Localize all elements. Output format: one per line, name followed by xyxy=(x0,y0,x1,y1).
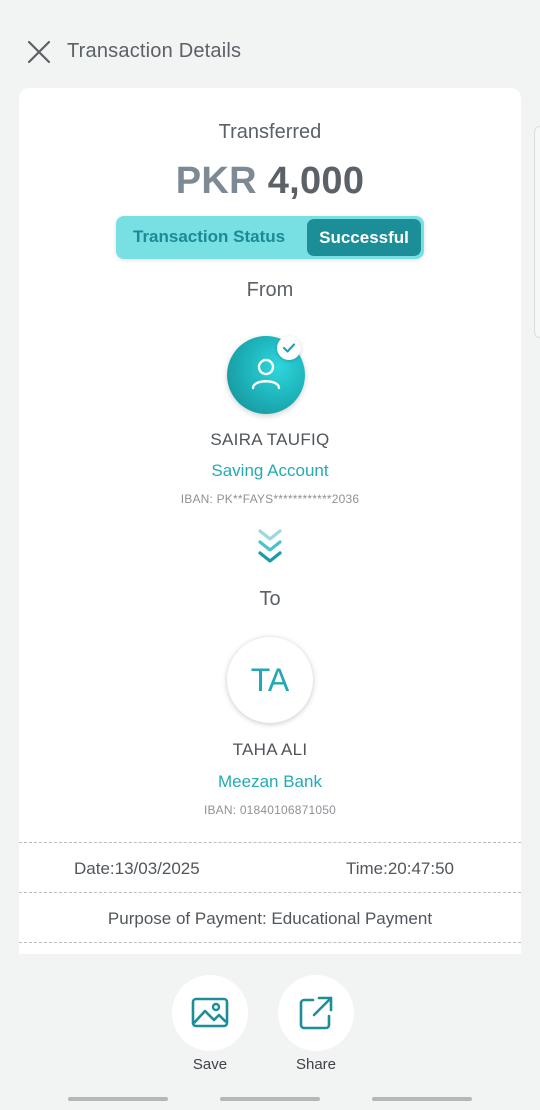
share-button[interactable] xyxy=(278,975,354,1051)
sender-name: SAIRA TAUFIQ xyxy=(210,430,330,449)
close-icon xyxy=(27,40,51,64)
status-label: Transaction Status xyxy=(133,227,286,246)
divider xyxy=(19,842,521,843)
divider xyxy=(19,942,521,943)
side-panel-handle[interactable] xyxy=(534,126,540,338)
amount-value: 4,000 xyxy=(267,160,365,202)
recipient-iban: IBAN: 01840106871050 xyxy=(203,803,337,817)
user-icon xyxy=(251,358,281,390)
recipient-bank: Meezan Bank xyxy=(218,772,322,791)
nav-bar-segment[interactable] xyxy=(68,1097,168,1101)
sender-iban: IBAN: PK**FAYS************2036 xyxy=(180,492,360,506)
transaction-type-label: Transferred xyxy=(218,121,322,143)
check-icon xyxy=(282,343,296,353)
status-badge: Transaction Status Successful xyxy=(116,216,424,259)
divider xyxy=(19,892,521,893)
close-button[interactable] xyxy=(24,37,54,67)
transaction-date: Date:13/03/2025 xyxy=(74,859,200,878)
recipient-avatar: TA xyxy=(227,637,313,723)
from-label: From xyxy=(246,279,294,301)
share-icon xyxy=(299,996,333,1030)
verified-badge xyxy=(277,336,301,360)
status-value: Successful xyxy=(307,219,421,256)
save-label: Save xyxy=(192,1056,228,1073)
transaction-amount: PKR 4,000 xyxy=(19,160,521,203)
header: Transaction Details xyxy=(0,0,540,88)
page-title: Transaction Details xyxy=(67,40,242,62)
share-label: Share xyxy=(295,1056,337,1073)
nav-bar-segment[interactable] xyxy=(220,1097,320,1101)
recipient-name: TAHA ALI xyxy=(232,740,308,759)
save-button[interactable] xyxy=(172,975,248,1051)
to-label: To xyxy=(259,588,281,610)
nav-bar-segment[interactable] xyxy=(372,1097,472,1101)
chevron-double-down-icon xyxy=(258,529,282,563)
currency: PKR xyxy=(175,160,257,202)
transaction-card: Transferred PKR 4,000 Transaction Status… xyxy=(19,88,521,954)
payment-purpose: Purpose of Payment: Educational Payment xyxy=(107,909,433,928)
transaction-time: Time:20:47:50 xyxy=(345,859,454,878)
sender-account-type: Saving Account xyxy=(211,461,329,480)
image-icon xyxy=(191,997,229,1028)
